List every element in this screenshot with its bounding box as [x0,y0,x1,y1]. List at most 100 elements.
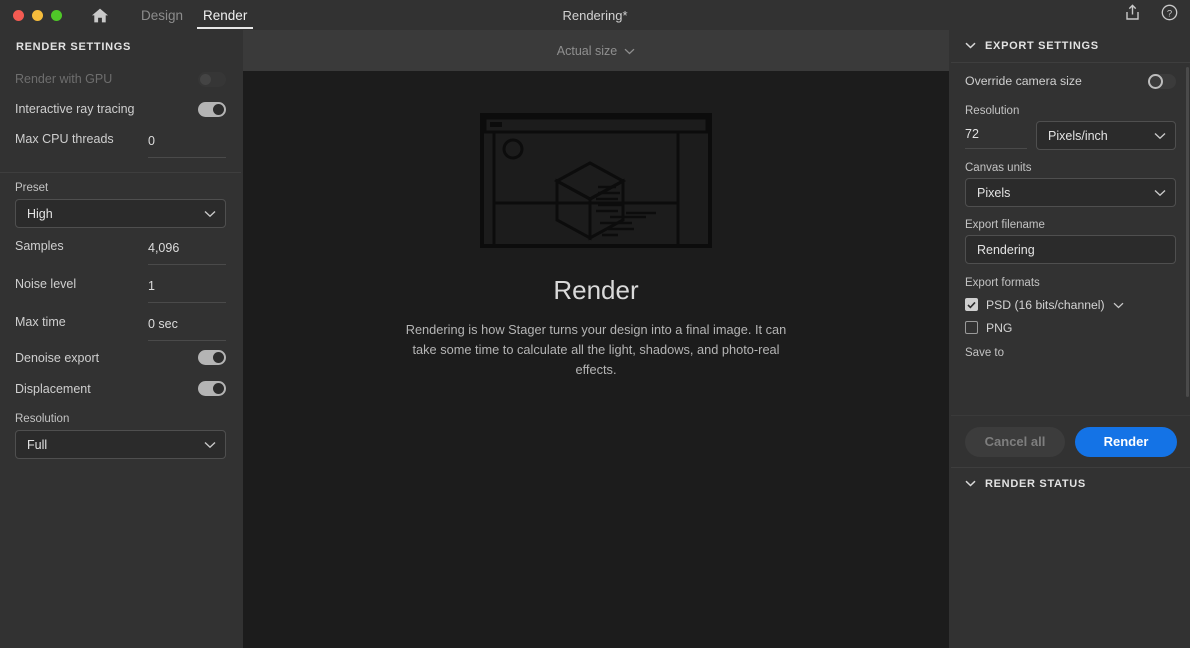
chevron-down-icon [965,478,976,490]
max-cpu-threads-value: 0 [148,134,155,148]
export-formats-label: Export formats [965,277,1040,289]
zoom-level-label: Actual size [556,43,618,58]
export-format-png-label: PNG [986,320,1013,335]
max-cpu-threads-field[interactable]: 0 [148,132,226,158]
chevron-down-icon [204,207,216,221]
row-denoise-export: Denoise export [15,342,226,373]
mode-tabs: Design Render [131,0,257,30]
preset-label: Preset [15,182,49,194]
save-to-label: Save to [965,347,1004,356]
resolution-label: Resolution [15,413,70,425]
export-resolution-label: Resolution [965,105,1020,117]
render-settings-header: RENDER SETTINGS [16,41,132,53]
preset-value: High [27,206,53,221]
title-bar: Design Render Rendering* ? [0,0,1190,30]
render-with-gpu-label: Render with GPU [15,72,113,86]
displacement-toggle[interactable] [198,381,226,396]
window-controls [13,9,62,21]
chevron-down-icon [965,40,976,52]
export-resolution-unit-select[interactable]: Pixels/inch [1036,121,1176,150]
interactive-ray-tracing-toggle[interactable] [198,101,226,117]
settings-divider [0,172,241,173]
close-window-button[interactable] [13,9,24,21]
export-resolution-value: 72 [965,127,979,141]
row-override-camera-size: Override camera size [965,63,1176,99]
titlebar-actions: ? [1124,0,1178,30]
render-with-gpu-toggle[interactable] [198,71,226,87]
zoom-level-control[interactable]: Actual size [243,30,949,71]
render-settings-body: Render with GPU Interactive ray tracing … [0,64,241,459]
field-underline [148,302,226,303]
max-time-field[interactable]: 0 sec [148,315,226,341]
max-time-value: 0 sec [148,317,178,331]
export-settings-header[interactable]: EXPORT SETTINGS [951,30,1190,62]
denoise-export-toggle[interactable] [198,350,226,365]
override-camera-size-toggle[interactable] [1148,73,1176,89]
noise-level-field[interactable]: 1 [148,277,226,303]
export-resolution-unit-value: Pixels/inch [1048,128,1108,143]
field-underline [965,148,1027,149]
field-underline [148,157,226,158]
interactive-ray-tracing-label: Interactive ray tracing [15,102,135,116]
row-displacement: Displacement [15,373,226,404]
tab-render[interactable]: Render [193,0,257,30]
chevron-down-icon [624,44,635,58]
resolution-select[interactable]: Full [15,430,226,459]
tab-design[interactable]: Design [131,0,193,30]
max-time-label: Max time [15,315,66,329]
cancel-all-button[interactable]: Cancel all [965,426,1065,457]
field-underline [148,340,226,341]
home-icon[interactable] [91,7,109,24]
render-status-panel: RENDER STATUS [951,467,1190,648]
svg-text:?: ? [1167,8,1172,19]
canvas-empty-state: Render Rendering is how Stager turns you… [243,71,949,648]
export-format-psd-label: PSD (16 bits/channel) [986,297,1105,312]
canvas-area: Actual size Render Rendering is how Stag… [243,30,949,648]
max-cpu-threads-label: Max CPU threads [15,132,114,146]
row-render-with-gpu: Render with GPU [15,64,226,94]
noise-level-value: 1 [148,279,155,293]
checkbox-checked-icon[interactable] [965,298,978,311]
canvas-units-value: Pixels [977,185,1011,200]
minimize-window-button[interactable] [32,9,43,21]
export-resolution-row: 72 Pixels/inch [965,121,1176,150]
override-camera-size-label: Override camera size [965,74,1082,88]
preset-select[interactable]: High [15,199,226,228]
export-resolution-input[interactable]: 72 [965,121,1027,149]
chevron-down-icon [1154,186,1166,200]
row-samples: Samples 4,096 [15,228,226,266]
samples-value: 4,096 [148,241,180,255]
export-settings-body: Override camera size Resolution 72 Pixel… [951,63,1190,397]
export-filename-value: Rendering [977,242,1035,257]
displacement-label: Displacement [15,381,91,396]
samples-label: Samples [15,239,64,253]
canvas-units-select[interactable]: Pixels [965,178,1176,207]
samples-field[interactable]: 4,096 [148,239,226,265]
chevron-down-icon[interactable] [1113,298,1124,312]
export-filename-input[interactable]: Rendering [965,235,1176,264]
maximize-window-button[interactable] [51,9,62,21]
chevron-down-icon [1154,129,1166,143]
render-status-header[interactable]: RENDER STATUS [951,468,1190,500]
share-export-icon[interactable] [1124,4,1141,26]
canvas-units-label: Canvas units [965,162,1032,174]
empty-state-description: Rendering is how Stager turns your desig… [405,322,787,377]
export-action-bar: Cancel all Render [951,415,1190,467]
denoise-export-label: Denoise export [15,350,100,365]
noise-level-label: Noise level [15,277,77,291]
app-window: Design Render Rendering* ? RENDER SETTIN… [0,0,1190,648]
chevron-down-icon [204,438,216,452]
row-max-cpu-threads: Max CPU threads 0 [15,124,226,158]
help-circle-icon[interactable]: ? [1161,4,1178,26]
panel-scrollbar[interactable] [1186,67,1189,397]
export-format-png-row[interactable]: PNG [965,316,1176,339]
render-status-title: RENDER STATUS [985,478,1086,490]
export-settings-title: EXPORT SETTINGS [985,40,1099,52]
checkbox-unchecked-icon[interactable] [965,321,978,334]
field-underline [148,264,226,265]
row-noise-level: Noise level 1 [15,266,226,304]
render-button[interactable]: Render [1075,426,1177,457]
export-format-psd-row[interactable]: PSD (16 bits/channel) [965,293,1176,316]
resolution-value: Full [27,437,48,452]
empty-state-title: Render [553,275,639,305]
